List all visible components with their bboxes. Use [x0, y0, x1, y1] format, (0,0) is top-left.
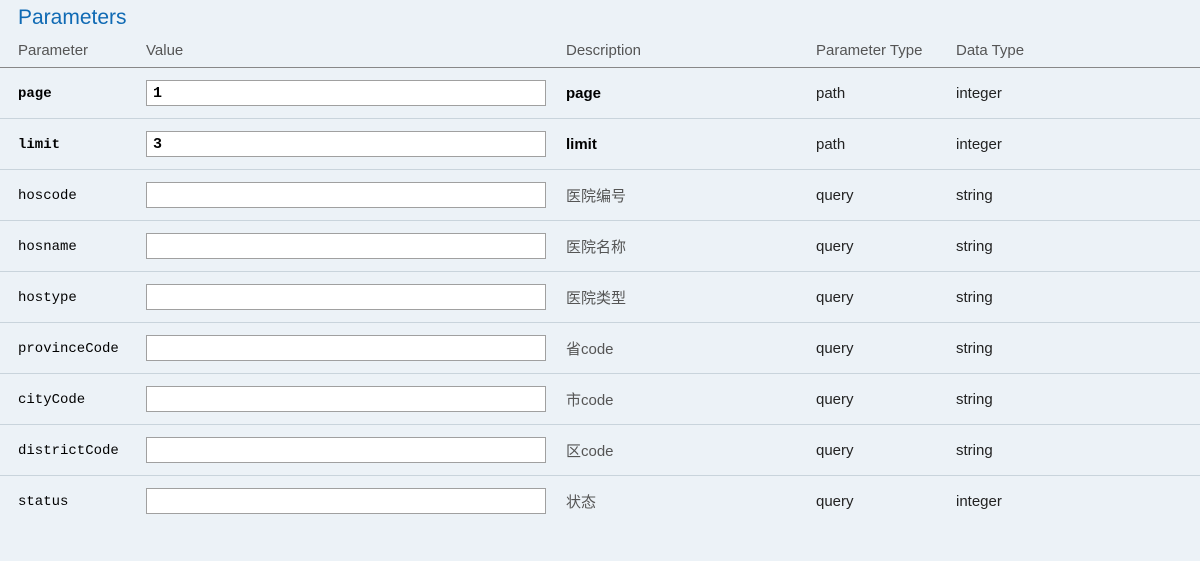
param-name: page [18, 86, 52, 102]
param-description: 状态 [566, 494, 596, 511]
param-type: query [816, 493, 854, 510]
param-value-input[interactable] [146, 488, 546, 514]
param-name: status [18, 494, 68, 510]
table-row: cityCode 市code query string [0, 374, 1200, 425]
table-row: hoscode 医院编号 query string [0, 170, 1200, 221]
col-header-data-type: Data Type [950, 32, 1200, 68]
param-value-input[interactable] [146, 386, 546, 412]
data-type: string [956, 238, 993, 255]
param-description: 市code [566, 392, 614, 409]
data-type: integer [956, 136, 1002, 153]
data-type: string [956, 187, 993, 204]
param-name: hoscode [18, 188, 77, 204]
data-type: string [956, 442, 993, 459]
param-name: provinceCode [18, 341, 119, 357]
param-value-input[interactable] [146, 80, 546, 106]
section-title: Parameters [0, 0, 1200, 32]
param-name: districtCode [18, 443, 119, 459]
data-type: string [956, 391, 993, 408]
parameters-table: Parameter Value Description Parameter Ty… [0, 32, 1200, 526]
param-name: cityCode [18, 392, 85, 408]
param-name: hosname [18, 239, 77, 255]
param-type: query [816, 340, 854, 357]
param-name: hostype [18, 290, 77, 306]
table-row: hostype 医院类型 query string [0, 272, 1200, 323]
parameters-panel: Parameters Parameter Value Description P… [0, 0, 1200, 532]
table-row: page page path integer [0, 68, 1200, 119]
table-row: hosname 医院名称 query string [0, 221, 1200, 272]
param-value-input[interactable] [146, 335, 546, 361]
table-header-row: Parameter Value Description Parameter Ty… [0, 32, 1200, 68]
table-row: status 状态 query integer [0, 476, 1200, 527]
col-header-value: Value [140, 32, 560, 68]
param-description: limit [566, 136, 597, 153]
data-type: integer [956, 85, 1002, 102]
param-description: 医院名称 [566, 239, 626, 256]
table-row: provinceCode 省code query string [0, 323, 1200, 374]
data-type: string [956, 289, 993, 306]
col-header-parameter: Parameter [0, 32, 140, 68]
param-value-input[interactable] [146, 284, 546, 310]
param-value-input[interactable] [146, 233, 546, 259]
param-value-input[interactable] [146, 437, 546, 463]
data-type: integer [956, 493, 1002, 510]
param-value-input[interactable] [146, 131, 546, 157]
data-type: string [956, 340, 993, 357]
param-description: page [566, 85, 601, 102]
table-row: districtCode 区code query string [0, 425, 1200, 476]
param-name: limit [18, 137, 60, 153]
col-header-parameter-type: Parameter Type [810, 32, 950, 68]
param-description: 医院编号 [566, 188, 626, 205]
param-type: path [816, 136, 845, 153]
param-description: 医院类型 [566, 290, 626, 307]
param-type: query [816, 442, 854, 459]
param-type: path [816, 85, 845, 102]
param-type: query [816, 238, 854, 255]
param-type: query [816, 391, 854, 408]
param-value-input[interactable] [146, 182, 546, 208]
param-description: 区code [566, 443, 614, 460]
param-description: 省code [566, 341, 614, 358]
param-type: query [816, 289, 854, 306]
col-header-description: Description [560, 32, 810, 68]
param-type: query [816, 187, 854, 204]
table-row: limit limit path integer [0, 119, 1200, 170]
